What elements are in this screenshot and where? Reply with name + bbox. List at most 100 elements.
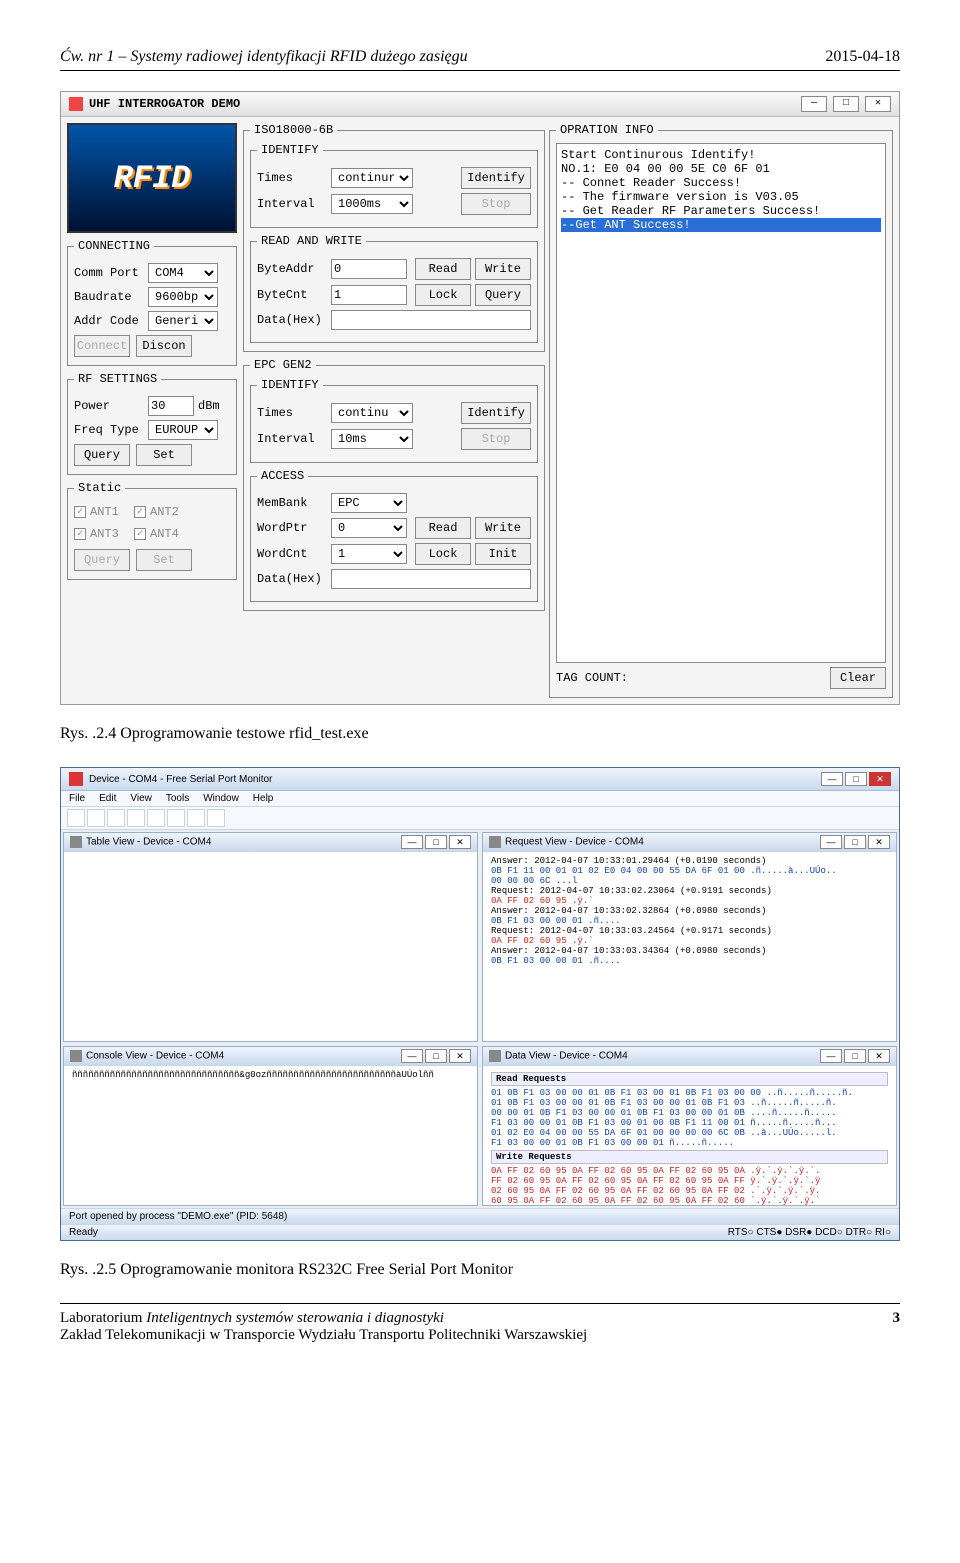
wordptr-select[interactable]: 0 — [331, 518, 407, 538]
tool-icon[interactable] — [87, 809, 105, 827]
membank-select[interactable]: EPC — [331, 493, 407, 513]
iso-times-label: Times — [257, 171, 327, 185]
ant3-checkbox[interactable]: ✓ANT3 — [74, 527, 119, 541]
serial-monitor-window: Device - COM4 - Free Serial Port Monitor… — [60, 767, 900, 1241]
addr-code-label: Addr Code — [74, 314, 144, 328]
maximize-button[interactable]: □ — [833, 96, 859, 112]
discon-button[interactable]: Discon — [136, 335, 192, 357]
tool-icon[interactable] — [107, 809, 125, 827]
table-view-pane: Table View - Device - COM4—□✕ — [63, 832, 478, 1042]
epc-data-input[interactable] — [331, 569, 531, 589]
epc-stop-button[interactable]: Stop — [461, 428, 531, 450]
bytecnt-input[interactable] — [331, 285, 407, 305]
mon-min-button[interactable]: — — [821, 772, 843, 786]
iso-interval-label: Interval — [257, 197, 327, 211]
mon-menubar: File Edit View Tools Window Help — [61, 791, 899, 807]
bytecnt-label: ByteCnt — [257, 288, 327, 302]
minimize-button[interactable]: — — [801, 96, 827, 112]
ant1-checkbox[interactable]: ✓ANT1 — [74, 505, 119, 519]
iso-identify-button[interactable]: Identify — [461, 167, 531, 189]
page-number: 3 — [893, 1310, 901, 1327]
console-view-body[interactable]: ñññññññññññññññññññññññññññññññ&g0ozññññ… — [64, 1066, 477, 1084]
static-set-button[interactable]: Set — [136, 549, 192, 571]
window-buttons: — □ ✕ — [801, 96, 891, 112]
wordptr-label: WordPtr — [257, 521, 327, 535]
iso-group: ISO18000-6B IDENTIFY TimescontinurIdenti… — [243, 123, 545, 352]
tool-icon[interactable] — [147, 809, 165, 827]
rf-settings-group: RF SETTINGS PowerdBm Freq TypeEUROUP Que… — [67, 372, 237, 475]
epc-times-select[interactable]: continu — [331, 403, 413, 423]
epc-init-button[interactable]: Init — [475, 543, 531, 565]
epc-write-button[interactable]: Write — [475, 517, 531, 539]
static-query-button[interactable]: Query — [74, 549, 130, 571]
tool-icon[interactable] — [207, 809, 225, 827]
rf-query-button[interactable]: Query — [74, 444, 130, 466]
menu-tools[interactable]: Tools — [166, 793, 189, 804]
pane-icon — [489, 1050, 501, 1062]
mon-max-button[interactable]: □ — [845, 772, 867, 786]
wordcnt-select[interactable]: 1 — [331, 544, 407, 564]
connecting-group: CONNECTING Comm PortCOM4 Baudrate9600bps… — [67, 239, 237, 366]
power-input[interactable] — [148, 396, 194, 416]
addr-code-select[interactable]: Generic — [148, 311, 218, 331]
baudrate-label: Baudrate — [74, 290, 144, 304]
iso-write-button[interactable]: Write — [475, 258, 531, 280]
baudrate-select[interactable]: 9600bps — [148, 287, 218, 307]
wordcnt-label: WordCnt — [257, 547, 327, 561]
info-listbox[interactable]: Start Continurous Identify! NO.1: E0 04 … — [556, 143, 886, 663]
connect-button[interactable]: Connect — [74, 335, 130, 357]
pane-icon — [70, 1050, 82, 1062]
close-button[interactable]: ✕ — [865, 96, 891, 112]
iso-read-button[interactable]: Read — [415, 258, 471, 280]
info-legend: OPRATION INFO — [556, 123, 658, 137]
mon-statusbar-1: Port opened by process "DEMO.exe" (PID: … — [61, 1208, 899, 1224]
epc-read-button[interactable]: Read — [415, 517, 471, 539]
iso-query-button[interactable]: Query — [475, 284, 531, 306]
request-view-body[interactable]: Answer: 2012-04-07 10:33:01.29464 (+0.01… — [483, 852, 896, 970]
console-view-pane: Console View - Device - COM4—□✕ ññññññññ… — [63, 1046, 478, 1206]
menu-file[interactable]: File — [69, 793, 85, 804]
iso-stop-button[interactable]: Stop — [461, 193, 531, 215]
menu-help[interactable]: Help — [253, 793, 274, 804]
table-view-body[interactable] — [64, 852, 477, 860]
menu-edit[interactable]: Edit — [99, 793, 116, 804]
tool-icon[interactable] — [67, 809, 85, 827]
ant4-checkbox[interactable]: ✓ANT4 — [134, 527, 179, 541]
epc-interval-select[interactable]: 10ms — [331, 429, 413, 449]
tool-icon[interactable] — [127, 809, 145, 827]
menu-view[interactable]: View — [130, 793, 152, 804]
byteaddr-input[interactable] — [331, 259, 407, 279]
uhf-app-window: UHF INTERROGATOR DEMO — □ ✕ RFID CONNECT… — [60, 91, 900, 705]
epc-legend: EPC GEN2 — [250, 358, 316, 372]
iso-times-select[interactable]: continur — [331, 168, 413, 188]
data-view-body[interactable]: Read Requests 01 0B F1 03 00 00 01 0B F1… — [483, 1066, 896, 1205]
iso-lock-button[interactable]: Lock — [415, 284, 471, 306]
mon-close-button[interactable]: ✕ — [869, 772, 891, 786]
epc-group: EPC GEN2 IDENTIFY TimescontinuIdentify I… — [243, 358, 545, 611]
pane-icon — [70, 836, 82, 848]
membank-label: MemBank — [257, 496, 327, 510]
rf-set-button[interactable]: Set — [136, 444, 192, 466]
freq-type-select[interactable]: EUROUP — [148, 420, 218, 440]
ant2-checkbox[interactable]: ✓ANT2 — [134, 505, 179, 519]
epc-identify-button[interactable]: Identify — [461, 402, 531, 424]
mon-titlebar: Device - COM4 - Free Serial Port Monitor… — [61, 768, 899, 791]
iso-rw-group: READ AND WRITE ByteAddrReadWrite ByteCnt… — [250, 234, 538, 343]
epc-data-label: Data(Hex) — [257, 572, 327, 586]
tool-icon[interactable] — [187, 809, 205, 827]
iso-identify-group: IDENTIFY TimescontinurIdentify Interval1… — [250, 143, 538, 228]
titlebar: UHF INTERROGATOR DEMO — □ ✕ — [61, 92, 899, 117]
freq-type-label: Freq Type — [74, 423, 144, 437]
iso-legend: ISO18000-6B — [250, 123, 337, 137]
epc-times-label: Times — [257, 406, 327, 420]
mon-title: Device - COM4 - Free Serial Port Monitor — [89, 774, 272, 785]
iso-data-input[interactable] — [331, 310, 531, 330]
comm-port-select[interactable]: COM4 — [148, 263, 218, 283]
header-date: 2015-04-18 — [825, 48, 900, 66]
clear-button[interactable]: Clear — [830, 667, 886, 689]
menu-window[interactable]: Window — [203, 793, 239, 804]
iso-interval-select[interactable]: 1000ms — [331, 194, 413, 214]
rfid-logo: RFID — [67, 123, 237, 233]
tool-icon[interactable] — [167, 809, 185, 827]
epc-lock-button[interactable]: Lock — [415, 543, 471, 565]
